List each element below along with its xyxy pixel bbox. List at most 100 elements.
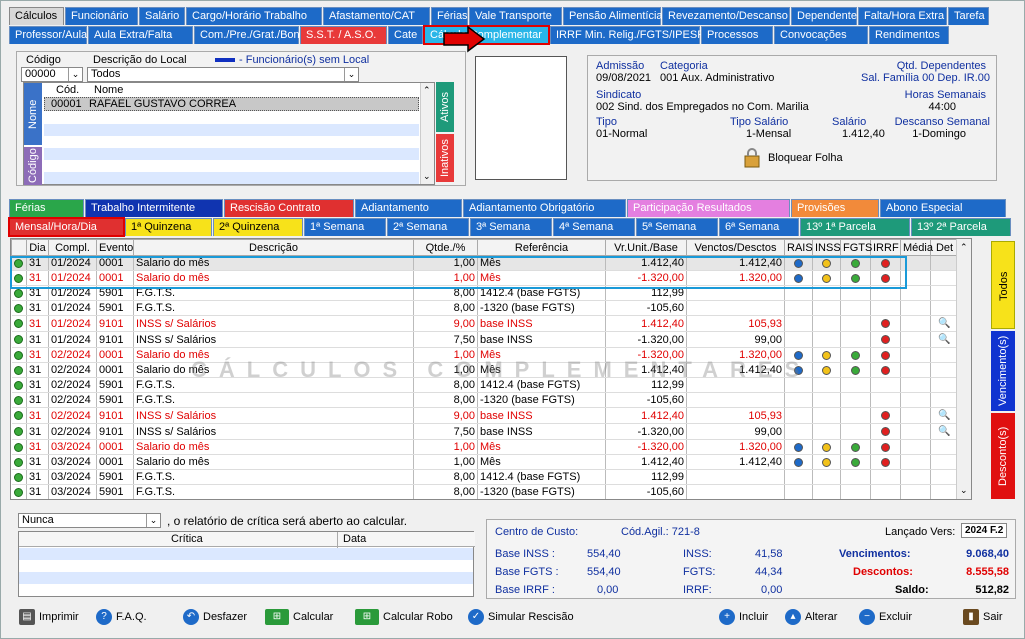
- tab-tabs_row4-3[interactable]: 1ª Semana: [304, 218, 386, 236]
- tab-ativos[interactable]: Ativos: [436, 82, 454, 132]
- tab-tabs_row3-3[interactable]: Adiantamento: [355, 199, 462, 217]
- cell-det[interactable]: 🔍: [931, 500, 959, 501]
- tab-tabs_row1-5[interactable]: Férias: [431, 7, 468, 25]
- table-row[interactable]: 31 03/2024 0001 Salario do mês 1,00 Mês -1.320…: [11, 439, 971, 455]
- tab-tabs_row3-6[interactable]: Provisões: [791, 199, 879, 217]
- tab-tabs_row3-1[interactable]: Trabalho Intermitente: [85, 199, 223, 217]
- sair-button[interactable]: ▮ Sair: [963, 605, 1003, 629]
- table-row[interactable]: 31 01/2024 0001 Salario do mês 1,00 Mês -1.320…: [11, 270, 971, 286]
- tab-tabs_row3-4[interactable]: Adiantamento Obrigatório: [463, 199, 626, 217]
- table-row[interactable]: 31 01/2024 9101 INSS s/ Salários 9,00 base IN…: [11, 315, 971, 332]
- tab-tabs_row2-4[interactable]: Cate: [388, 26, 423, 44]
- tab-tabs_row1-0[interactable]: Cálculos: [9, 7, 64, 25]
- table-row[interactable]: 31 01/2024 5901 F.G.T.S. 8,00 1412.4 (base FG…: [11, 285, 971, 301]
- table-row[interactable]: 31 02/2024 9101 INSS s/ Salários 9,00 base IN…: [11, 407, 971, 424]
- critica-select[interactable]: Nunca ⌄: [18, 513, 161, 528]
- tab-tabs_row2-3[interactable]: S.S.T. / A.S.O.: [300, 26, 387, 44]
- tab-tabs_row4-9[interactable]: 13º 1ª Parcela: [800, 218, 910, 236]
- tab-tabs_row4-0[interactable]: Mensal/Hora/Dia: [8, 217, 125, 237]
- tab-tabs_row2-8[interactable]: Convocações: [774, 26, 868, 44]
- search-icon[interactable]: 🔍: [938, 426, 950, 437]
- tab-tabs_row4-1[interactable]: 1ª Quinzena: [125, 218, 212, 236]
- descricao-select[interactable]: Todos ⌄: [87, 67, 359, 82]
- faq-button[interactable]: ? F.A.Q.: [96, 605, 147, 629]
- cell-det[interactable]: 🔍: [930, 407, 959, 424]
- tab-tabs_row2-6[interactable]: IRRF Min. Relig./FGTS/IPESP: [550, 26, 705, 44]
- tab-tabs_row1-1[interactable]: Funcionário: [65, 7, 138, 25]
- table-row[interactable]: 31 02/2024 9101 INSS s/ Salários 7,50 base IN…: [11, 423, 971, 440]
- tab-tabs_row3-5[interactable]: Participação Resultados: [627, 199, 790, 217]
- grid-header-2[interactable]: Evento: [96, 239, 134, 256]
- table-row[interactable]: 31 02/2024 5901 F.G.T.S. 8,00 1412.4 (base FG…: [11, 377, 971, 393]
- search-icon[interactable]: 🔍: [938, 334, 950, 345]
- codigo-select[interactable]: 00000 ⌄: [21, 67, 83, 82]
- tab-codigo[interactable]: Código: [24, 147, 42, 185]
- employee-row[interactable]: 00001 RAFAEL GUSTAVO CORREA: [44, 97, 419, 111]
- tab-tabs_row1-2[interactable]: Salário: [139, 7, 185, 25]
- tab-nome[interactable]: Nome: [24, 83, 42, 145]
- table-row[interactable]: 31 02/2024 5901 F.G.T.S. 8,00 -1320 (base FGT…: [11, 392, 971, 408]
- grid-header-10[interactable]: FGTS: [840, 239, 872, 256]
- calcular-robo-button[interactable]: ⊞ Calcular Robo: [355, 605, 453, 629]
- tab-vencimentos[interactable]: Vencimento(s): [991, 331, 1015, 411]
- tab-descontos[interactable]: Desconto(s): [991, 413, 1015, 499]
- tab-tabs_row3-2[interactable]: Rescisão Contrato: [224, 199, 354, 217]
- tab-tabs_row1-4[interactable]: Afastamento/CAT: [323, 7, 430, 25]
- grid-header-13[interactable]: Det: [930, 239, 959, 256]
- search-icon[interactable]: 🔍: [938, 410, 950, 421]
- tab-tabs_row4-6[interactable]: 4ª Semana: [553, 218, 635, 236]
- tab-tabs_row4-4[interactable]: 2ª Semana: [387, 218, 469, 236]
- tab-tabs_row1-8[interactable]: Revezamento/Descanso: [662, 7, 790, 25]
- grid-header-6[interactable]: Vr.Unit./Base: [605, 239, 687, 256]
- calcular-button[interactable]: ⊞ Calcular: [265, 605, 333, 629]
- tab-tabs_row2-1[interactable]: Aula Extra/Falta: [88, 26, 193, 44]
- table-row[interactable]: 31 01/2024 9101 INSS s/ Salários 7,50 base IN…: [11, 331, 971, 348]
- table-row[interactable]: 31 03/2024 0001 Salario do mês 1,00 Mês 1.412,…: [11, 454, 971, 470]
- tab-tabs_row2-7[interactable]: Processos: [701, 26, 773, 44]
- tab-tabs_row4-7[interactable]: 5ª Semana: [636, 218, 718, 236]
- grid-header-3[interactable]: Descrição: [133, 239, 414, 256]
- tab-tabs_row1-6[interactable]: Vale Transporte: [469, 7, 562, 25]
- grid-header-4[interactable]: Qtde./%: [413, 239, 478, 256]
- cell-det[interactable]: 🔍: [930, 315, 959, 332]
- tab-inativos[interactable]: Inativos: [436, 134, 454, 182]
- excluir-button[interactable]: − Excluir: [859, 605, 912, 629]
- cell-det[interactable]: 🔍: [930, 331, 959, 348]
- bloquear-button[interactable]: Bloquear Folha: [744, 148, 843, 168]
- tab-tabs_row3-0[interactable]: Férias: [9, 199, 84, 217]
- tab-tabs_row3-7[interactable]: Abono Especial: [880, 199, 1006, 217]
- grid-header-8[interactable]: RAIS: [784, 239, 813, 256]
- search-icon[interactable]: 🔍: [938, 318, 950, 329]
- alterar-button[interactable]: ▴ Alterar: [785, 605, 837, 629]
- tab-tabs_row4-5[interactable]: 3ª Semana: [470, 218, 552, 236]
- table-row[interactable]: 31 01/2024 5901 F.G.T.S. 8,00 -1320 (base FGT…: [11, 300, 971, 316]
- tab-tabs_row1-11[interactable]: Tarefa: [948, 7, 989, 25]
- table-row[interactable]: 31 02/2024 0001 Salario do mês 1,00 Mês 1.412,…: [11, 362, 971, 378]
- table-row[interactable]: 3103/20249101INSS s/ Salários9,00base IN…: [12, 500, 973, 501]
- grid-scrollbar[interactable]: ⌃ ⌄: [956, 239, 971, 499]
- table-row[interactable]: 31 03/2024 5901 F.G.T.S. 8,00 -1320 (base FGT…: [11, 484, 971, 499]
- incluir-button[interactable]: + Incluir: [719, 605, 768, 629]
- tab-tabs_row4-8[interactable]: 6ª Semana: [719, 218, 799, 236]
- grid-header-12[interactable]: Média: [900, 239, 933, 256]
- imprimir-button[interactable]: ▤ Imprimir: [19, 605, 79, 629]
- tab-tabs_row2-9[interactable]: Rendimentos: [869, 26, 949, 44]
- photo-frame[interactable]: [475, 56, 567, 180]
- tab-tabs_row2-2[interactable]: Com./Pre./Grat./Bon: [194, 26, 300, 44]
- table-row[interactable]: 31 01/2024 0001 Salario do mês 1,00 Mês 1.412,…: [11, 255, 971, 271]
- grid-header-5[interactable]: Referência: [477, 239, 606, 256]
- tab-tabs_row1-9[interactable]: Dependente: [791, 7, 857, 25]
- table-row[interactable]: 31 03/2024 5901 F.G.T.S. 8,00 1412.4 (base FG…: [11, 469, 971, 485]
- table-row[interactable]: 31 02/2024 0001 Salario do mês 1,00 Mês -1.320…: [11, 347, 971, 363]
- grid-header-9[interactable]: INSS: [812, 239, 841, 256]
- tab-tabs_row1-3[interactable]: Cargo/Horário Trabalho: [186, 7, 322, 25]
- list-scrollbar[interactable]: ⌃ ⌄: [420, 83, 434, 184]
- tab-tabs_row4-10[interactable]: 13º 2ª Parcela: [911, 218, 1011, 236]
- grid-header-0[interactable]: Dia: [26, 239, 49, 256]
- simular-button[interactable]: ✓ Simular Rescisão: [468, 605, 574, 629]
- tab-tabs_row2-0[interactable]: Professor/Aula: [9, 26, 87, 44]
- tab-tabs_row4-2[interactable]: 2ª Quinzena: [213, 218, 303, 236]
- desfazer-button[interactable]: ↶ Desfazer: [183, 605, 247, 629]
- grid-header-1[interactable]: Compl.: [48, 239, 97, 256]
- grid-header-7[interactable]: Venctos/Desctos: [686, 239, 785, 256]
